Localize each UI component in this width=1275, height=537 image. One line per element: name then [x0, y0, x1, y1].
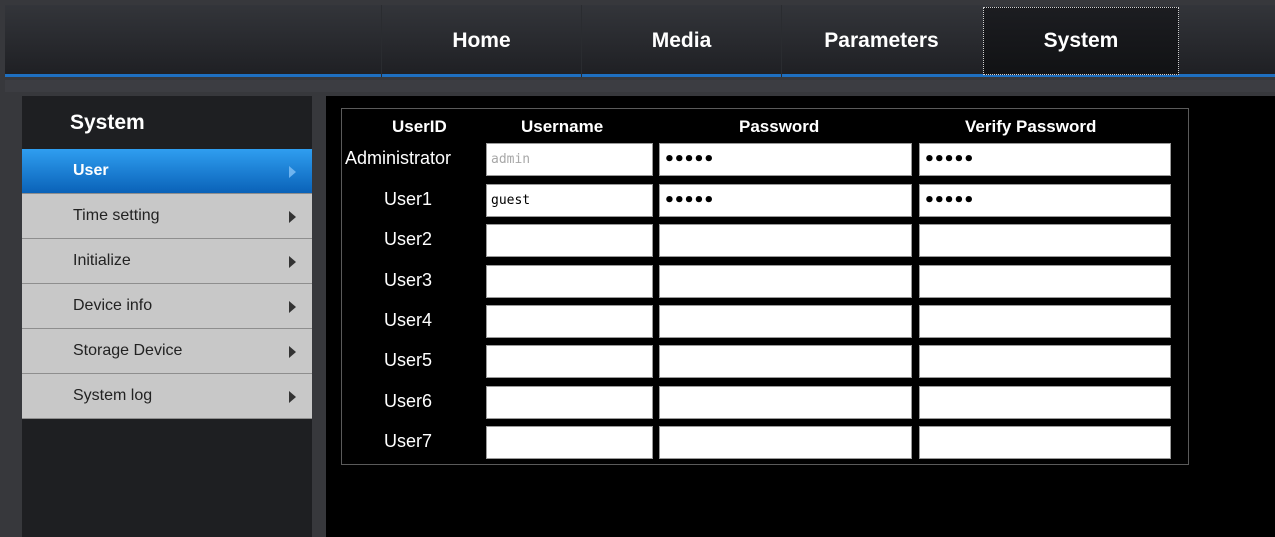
sidebar-item-user[interactable]: User	[22, 149, 312, 194]
username-field-user3[interactable]	[486, 265, 653, 298]
userid-label: User7	[384, 431, 433, 451]
password-field-user2[interactable]	[659, 224, 912, 257]
sidebar: System User Time setting Initialize Devi…	[22, 96, 312, 537]
page: Home Media Parameters System System User…	[0, 0, 1275, 537]
column-header-verify-password: Verify Password	[965, 117, 1097, 136]
sidebar-item-initialize[interactable]: Initialize	[22, 239, 312, 284]
verify-password-field-user3[interactable]	[919, 265, 1171, 298]
header-divider	[5, 80, 1275, 92]
sidebar-item-label: Storage Device	[73, 342, 183, 359]
username-field-user2[interactable]	[486, 224, 653, 257]
verify-password-field-user7[interactable]	[919, 426, 1171, 459]
password-field-user1[interactable]	[659, 184, 912, 217]
sidebar-item-label: Initialize	[73, 252, 131, 269]
verify-password-field-user2[interactable]	[919, 224, 1171, 257]
sidebar-item-storage-device[interactable]: Storage Device	[22, 329, 312, 374]
main-nav: Home Media Parameters System	[381, 5, 1181, 77]
chevron-right-icon	[289, 391, 296, 403]
column-header-username: Username	[521, 117, 604, 136]
password-field-user4[interactable]	[659, 305, 912, 338]
nav-parameters[interactable]: Parameters	[781, 5, 981, 77]
verify-password-field-user4[interactable]	[919, 305, 1171, 338]
verify-password-field-user1[interactable]	[919, 184, 1171, 217]
sidebar-item-label: User	[73, 162, 109, 179]
nav-home[interactable]: Home	[381, 5, 581, 77]
sidebar-item-device-info[interactable]: Device info	[22, 284, 312, 329]
password-field-user6[interactable]	[659, 386, 912, 419]
sidebar-title: System	[70, 110, 145, 134]
sidebar-item-label: Time setting	[73, 207, 160, 224]
top-navigation-bar: Home Media Parameters System	[5, 5, 1275, 77]
verify-password-field-administrator[interactable]	[919, 143, 1171, 176]
main-panel: UserID Username Password Verify Password…	[326, 96, 1275, 537]
username-field-user1[interactable]	[486, 184, 653, 217]
nav-media[interactable]: Media	[581, 5, 781, 77]
password-field-user5[interactable]	[659, 345, 912, 378]
username-field-administrator	[486, 143, 653, 176]
verify-password-field-user5[interactable]	[919, 345, 1171, 378]
nav-system[interactable]: System	[983, 7, 1179, 75]
user-table: UserID Username Password Verify Password…	[341, 108, 1189, 465]
userid-label: User2	[384, 229, 433, 249]
userid-label: User3	[384, 270, 433, 290]
chevron-right-icon	[289, 166, 296, 178]
userid-label: User1	[384, 189, 433, 209]
password-field-administrator[interactable]	[659, 143, 912, 176]
password-field-user3[interactable]	[659, 265, 912, 298]
username-field-user4[interactable]	[486, 305, 653, 338]
username-field-user7[interactable]	[486, 426, 653, 459]
sidebar-item-label: Device info	[73, 297, 153, 314]
userid-label: User6	[384, 391, 433, 411]
userid-label: User4	[384, 310, 433, 330]
chevron-right-icon	[289, 301, 296, 313]
column-header-password: Password	[739, 117, 820, 136]
userid-label: Administrator	[345, 148, 452, 168]
userid-label: User5	[384, 350, 433, 370]
username-field-user5[interactable]	[486, 345, 653, 378]
sidebar-item-system-log[interactable]: System log	[22, 374, 312, 419]
username-field-user6[interactable]	[486, 386, 653, 419]
chevron-right-icon	[289, 256, 296, 268]
verify-password-field-user6[interactable]	[919, 386, 1171, 419]
password-field-user7[interactable]	[659, 426, 912, 459]
column-header-userid: UserID	[392, 117, 447, 136]
sidebar-item-label: System log	[73, 387, 153, 404]
sidebar-item-time-setting[interactable]: Time setting	[22, 194, 312, 239]
chevron-right-icon	[289, 211, 296, 223]
chevron-right-icon	[289, 346, 296, 358]
